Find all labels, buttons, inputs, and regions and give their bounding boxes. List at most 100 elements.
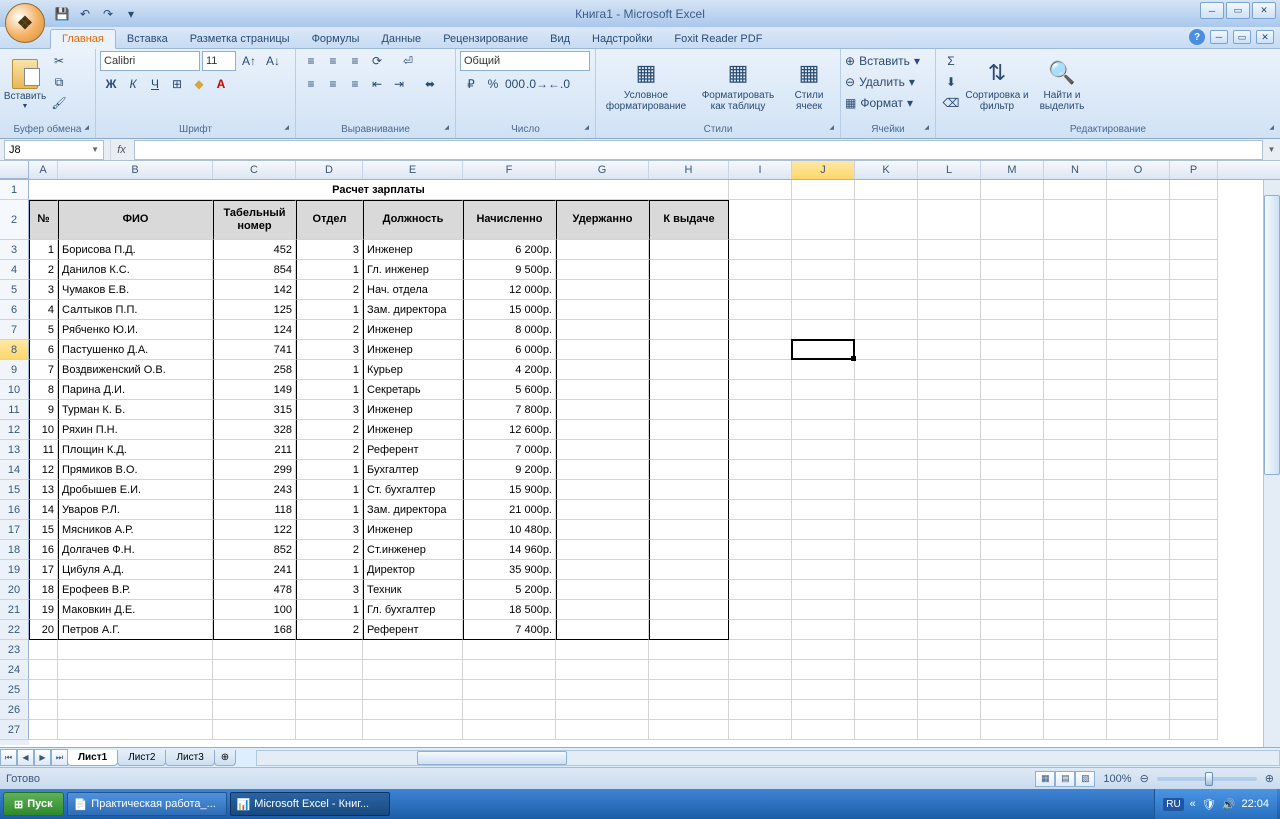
- cell[interactable]: Начисленно: [463, 200, 556, 240]
- col-header-P[interactable]: P: [1170, 161, 1218, 179]
- cell[interactable]: [1044, 700, 1107, 720]
- zoom-level[interactable]: 100%: [1103, 773, 1131, 785]
- cell[interactable]: [981, 560, 1044, 580]
- copy-icon[interactable]: ⧉: [48, 72, 70, 92]
- undo-icon[interactable]: ↶: [75, 4, 95, 24]
- align-bottom-icon[interactable]: ≡: [344, 51, 366, 71]
- cell[interactable]: [855, 320, 918, 340]
- cell[interactable]: [556, 720, 649, 740]
- cell[interactable]: [1170, 340, 1218, 360]
- cell[interactable]: [729, 180, 792, 200]
- col-header-N[interactable]: N: [1044, 161, 1107, 179]
- cell[interactable]: Салтыков П.П.: [58, 300, 213, 320]
- cell[interactable]: [792, 420, 855, 440]
- cell[interactable]: [1107, 300, 1170, 320]
- cell[interactable]: [918, 320, 981, 340]
- cell[interactable]: [556, 300, 649, 320]
- cell[interactable]: [556, 700, 649, 720]
- cell[interactable]: [918, 460, 981, 480]
- cell[interactable]: [729, 260, 792, 280]
- cell[interactable]: [29, 640, 58, 660]
- cell[interactable]: [729, 600, 792, 620]
- cell[interactable]: 9 500р.: [463, 260, 556, 280]
- cell[interactable]: [649, 280, 729, 300]
- cell[interactable]: [1170, 640, 1218, 660]
- cell[interactable]: [556, 560, 649, 580]
- cell[interactable]: [463, 660, 556, 680]
- cell[interactable]: [649, 260, 729, 280]
- row-header-5[interactable]: 5: [0, 280, 29, 300]
- cell[interactable]: Расчет зарплаты: [29, 180, 729, 200]
- cell[interactable]: [1107, 700, 1170, 720]
- cell[interactable]: [1107, 500, 1170, 520]
- cell[interactable]: [296, 640, 363, 660]
- cell[interactable]: 100: [213, 600, 296, 620]
- cell[interactable]: [556, 620, 649, 640]
- cell[interactable]: [1107, 620, 1170, 640]
- cell[interactable]: 18: [29, 580, 58, 600]
- cell[interactable]: ФИО: [58, 200, 213, 240]
- cell[interactable]: [649, 480, 729, 500]
- cell[interactable]: Удержанно: [556, 200, 649, 240]
- cell[interactable]: [792, 560, 855, 580]
- row-header-7[interactable]: 7: [0, 320, 29, 340]
- cell[interactable]: [1044, 420, 1107, 440]
- cell[interactable]: Директор: [363, 560, 463, 580]
- cell[interactable]: [729, 300, 792, 320]
- cell[interactable]: [729, 560, 792, 580]
- cell[interactable]: [918, 300, 981, 320]
- cell[interactable]: К выдаче: [649, 200, 729, 240]
- cell[interactable]: [649, 500, 729, 520]
- cell[interactable]: [981, 280, 1044, 300]
- cell[interactable]: [792, 580, 855, 600]
- row-header-8[interactable]: 8: [0, 340, 29, 360]
- conditional-format-button[interactable]: ▦Условное форматирование: [600, 51, 692, 117]
- ribbon-tab-8[interactable]: Foxit Reader PDF: [663, 30, 773, 48]
- cell[interactable]: [792, 500, 855, 520]
- cell[interactable]: 149: [213, 380, 296, 400]
- cell[interactable]: Инженер: [363, 400, 463, 420]
- cell[interactable]: [792, 460, 855, 480]
- cell[interactable]: [363, 660, 463, 680]
- cell[interactable]: [855, 720, 918, 740]
- ribbon-tab-4[interactable]: Данные: [370, 30, 432, 48]
- cell[interactable]: [213, 700, 296, 720]
- cell[interactable]: Зам. директора: [363, 500, 463, 520]
- col-header-I[interactable]: I: [729, 161, 792, 179]
- cell[interactable]: Ст. бухгалтер: [363, 480, 463, 500]
- help-icon[interactable]: ?: [1189, 29, 1205, 45]
- cell[interactable]: 18 500р.: [463, 600, 556, 620]
- redo-icon[interactable]: ↷: [98, 4, 118, 24]
- cell[interactable]: [729, 620, 792, 640]
- cell[interactable]: 328: [213, 420, 296, 440]
- tray-icon[interactable]: 🔊: [1222, 798, 1236, 811]
- cell[interactable]: [1044, 660, 1107, 680]
- cell[interactable]: [729, 700, 792, 720]
- cell[interactable]: 299: [213, 460, 296, 480]
- cell[interactable]: [855, 240, 918, 260]
- sheet-tab-0[interactable]: Лист1: [67, 750, 118, 766]
- cell[interactable]: [649, 440, 729, 460]
- cell[interactable]: [556, 540, 649, 560]
- cell[interactable]: [649, 360, 729, 380]
- cell-styles-button[interactable]: ▦Стили ячеек: [784, 51, 834, 117]
- cell[interactable]: [1107, 240, 1170, 260]
- cell[interactable]: [1107, 280, 1170, 300]
- sheet-nav-last-icon[interactable]: ⏭: [51, 749, 68, 766]
- sheet-tab-1[interactable]: Лист2: [117, 750, 166, 766]
- cell[interactable]: [918, 380, 981, 400]
- cell[interactable]: 3: [29, 280, 58, 300]
- cell[interactable]: [729, 500, 792, 520]
- cell[interactable]: [918, 480, 981, 500]
- cell[interactable]: Референт: [363, 440, 463, 460]
- zoom-slider[interactable]: [1157, 777, 1257, 781]
- formula-input[interactable]: [134, 140, 1263, 160]
- cell[interactable]: [1107, 400, 1170, 420]
- align-left-icon[interactable]: ≡: [300, 74, 322, 94]
- percent-icon[interactable]: %: [482, 74, 504, 94]
- cell[interactable]: Рябченко Ю.И.: [58, 320, 213, 340]
- cell[interactable]: [981, 700, 1044, 720]
- cell[interactable]: [918, 360, 981, 380]
- cell[interactable]: [556, 400, 649, 420]
- cell[interactable]: [918, 280, 981, 300]
